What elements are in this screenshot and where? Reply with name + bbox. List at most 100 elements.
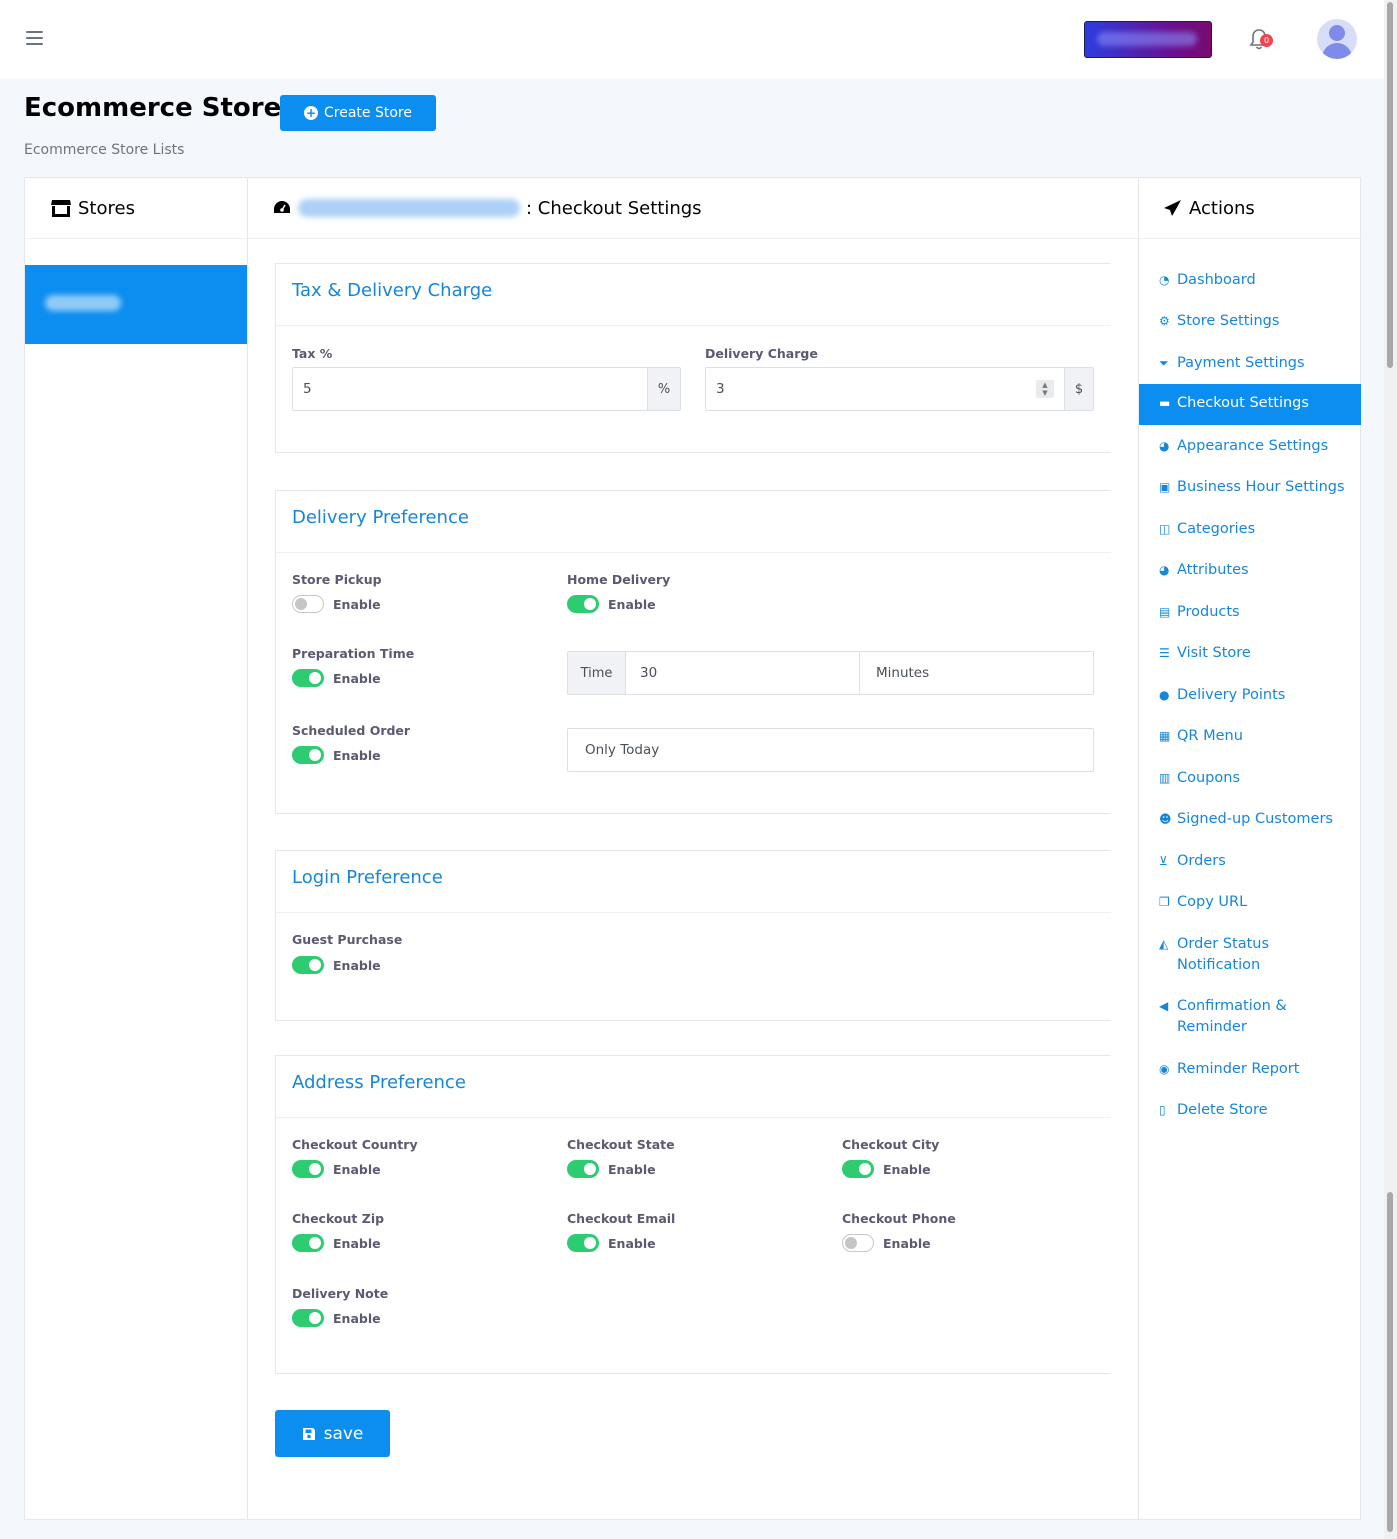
checkout-zip-enable-text: Enable	[333, 1236, 381, 1251]
account-switcher-button[interactable]	[1084, 21, 1212, 58]
boxes-icon: ▤	[1159, 605, 1171, 619]
checkout-state-toggle[interactable]	[567, 1160, 599, 1178]
delivery-note-enable-text: Enable	[333, 1311, 381, 1326]
preparation-time-value[interactable]: 30	[626, 652, 860, 694]
delivery-charge-input[interactable]: 3 ▲ ▼ $	[705, 367, 1094, 411]
guest-purchase-label: Guest Purchase	[292, 932, 403, 947]
store-pickup-toggle[interactable]	[292, 595, 324, 613]
user-avatar[interactable]	[1317, 19, 1357, 59]
stores-header: Stores	[25, 178, 247, 239]
action-label: Categories	[1177, 521, 1256, 537]
action-label: Store Settings	[1177, 313, 1280, 329]
scheduled-order-select[interactable]: Only Today	[567, 728, 1094, 772]
tax-delivery-section: Tax & Delivery Charge Tax % 5 % Delivery…	[275, 263, 1111, 453]
delivery-charge-label: Delivery Charge	[705, 346, 818, 361]
tax-value[interactable]: 5	[293, 368, 647, 410]
page-subtitle: Ecommerce Store Lists	[24, 142, 185, 158]
action-label: Signed-up Customers	[1177, 811, 1333, 827]
scrollbar-thumb-lower[interactable]	[1387, 1192, 1393, 1532]
delivery-note-toggle[interactable]	[292, 1309, 324, 1327]
action-label: Appearance Settings	[1177, 438, 1329, 454]
action-label: Attributes	[1177, 562, 1249, 578]
store-pickup-label: Store Pickup	[292, 572, 382, 587]
copy-icon: ❐	[1159, 895, 1170, 909]
save-button[interactable]: save	[275, 1410, 390, 1457]
actions-title: Actions	[1189, 197, 1255, 219]
preparation-time-enable-text: Enable	[333, 671, 381, 686]
save-icon	[302, 1427, 315, 1440]
save-label: save	[323, 1423, 364, 1444]
scheduled-order-enable-text: Enable	[333, 748, 381, 763]
preparation-time-input[interactable]: Time 30 Minutes	[567, 651, 1094, 695]
scheduled-order-toggle[interactable]	[292, 746, 324, 764]
checkout-city-label: Checkout City	[842, 1137, 940, 1152]
bullhorn-icon: ◀	[1159, 999, 1169, 1013]
section-title: Tax & Delivery Charge	[292, 280, 493, 301]
columns-icon: ◫	[1159, 522, 1171, 536]
delivery-preference-section: Delivery Preference Store Pickup Enable …	[275, 490, 1111, 814]
action-label: Delete Store	[1177, 1102, 1268, 1118]
store-list-item[interactable]	[25, 265, 247, 344]
action-label: Order Status Notification	[1177, 936, 1270, 973]
preparation-time-toggle[interactable]	[292, 669, 324, 687]
palette-icon: ◕	[1159, 563, 1170, 577]
trash-icon: ▯	[1159, 1103, 1166, 1117]
time-unit-select[interactable]: Minutes	[860, 652, 1093, 694]
redacted-account-name	[1097, 32, 1197, 46]
home-delivery-enable-text: Enable	[608, 597, 656, 612]
guest-purchase-toggle[interactable]	[292, 956, 324, 974]
checkout-state-label: Checkout State	[567, 1137, 675, 1152]
checkout-state-enable-text: Enable	[608, 1162, 656, 1177]
action-label: QR Menu	[1177, 728, 1243, 744]
action-label: Reminder Report	[1177, 1061, 1300, 1077]
redacted-store-title	[298, 199, 520, 217]
action-label: Visit Store	[1177, 645, 1251, 661]
checkout-zip-toggle[interactable]	[292, 1234, 324, 1252]
column-divider	[1138, 178, 1139, 1519]
store-pickup-enable-text: Enable	[333, 597, 381, 612]
store-settings-card: Stores : Checkout Settings Tax & Deliver…	[24, 177, 1361, 1520]
qrcode-icon: ▦	[1159, 729, 1171, 743]
action-label: Business Hour Settings	[1177, 479, 1345, 495]
dashboard-icon: ◔	[1159, 273, 1170, 287]
section-title: Login Preference	[292, 867, 443, 888]
checkout-phone-toggle[interactable]	[842, 1234, 874, 1252]
tax-input[interactable]: 5 %	[292, 367, 681, 411]
create-store-button[interactable]: + Create Store	[280, 95, 436, 131]
delivery-charge-value[interactable]: 3	[706, 368, 1036, 410]
actions-header: Actions	[1139, 178, 1361, 239]
settings-title: : Checkout Settings	[526, 197, 702, 219]
list-alt-icon: ☰	[1159, 646, 1170, 660]
action-label: Checkout Settings	[1177, 395, 1309, 411]
scheduled-order-label: Scheduled Order	[292, 723, 411, 738]
action-checkout-settings[interactable]: ▬ Checkout Settings	[1139, 384, 1361, 425]
checkout-email-toggle[interactable]	[567, 1234, 599, 1252]
action-label: Coupons	[1177, 770, 1241, 786]
action-label: Delivery Points	[1177, 687, 1286, 703]
cart-icon: ⊻	[1159, 854, 1168, 868]
stores-title: Stores	[78, 197, 135, 219]
action-label: Copy URL	[1177, 894, 1248, 910]
guest-purchase-enable-text: Enable	[333, 958, 381, 973]
column-divider	[247, 178, 248, 1519]
address-preference-section: Address Preference Checkout Country Enab…	[275, 1055, 1111, 1374]
bell-icon: ◭	[1159, 937, 1169, 951]
checkout-city-toggle[interactable]	[842, 1160, 874, 1178]
home-delivery-label: Home Delivery	[567, 572, 671, 587]
action-label: Products	[1177, 604, 1240, 620]
number-spinner[interactable]: ▲ ▼	[1036, 380, 1054, 398]
checkout-zip-label: Checkout Zip	[292, 1211, 385, 1226]
paper-plane-icon	[1164, 200, 1181, 216]
checkout-country-toggle[interactable]	[292, 1160, 324, 1178]
dashboard-icon	[274, 201, 290, 213]
credit-card-icon: ▬	[1159, 396, 1171, 410]
home-delivery-toggle[interactable]	[567, 595, 599, 613]
time-prefix: Time	[568, 652, 626, 694]
section-title: Delivery Preference	[292, 507, 469, 528]
scrollbar-thumb[interactable]	[1387, 2, 1393, 368]
login-preference-section: Login Preference Guest Purchase Enable	[275, 850, 1111, 1021]
page-title: Ecommerce Store	[24, 93, 282, 123]
hamburger-icon[interactable]	[26, 31, 43, 47]
scheduled-order-value[interactable]: Only Today	[568, 729, 1093, 771]
checkout-city-enable-text: Enable	[883, 1162, 931, 1177]
